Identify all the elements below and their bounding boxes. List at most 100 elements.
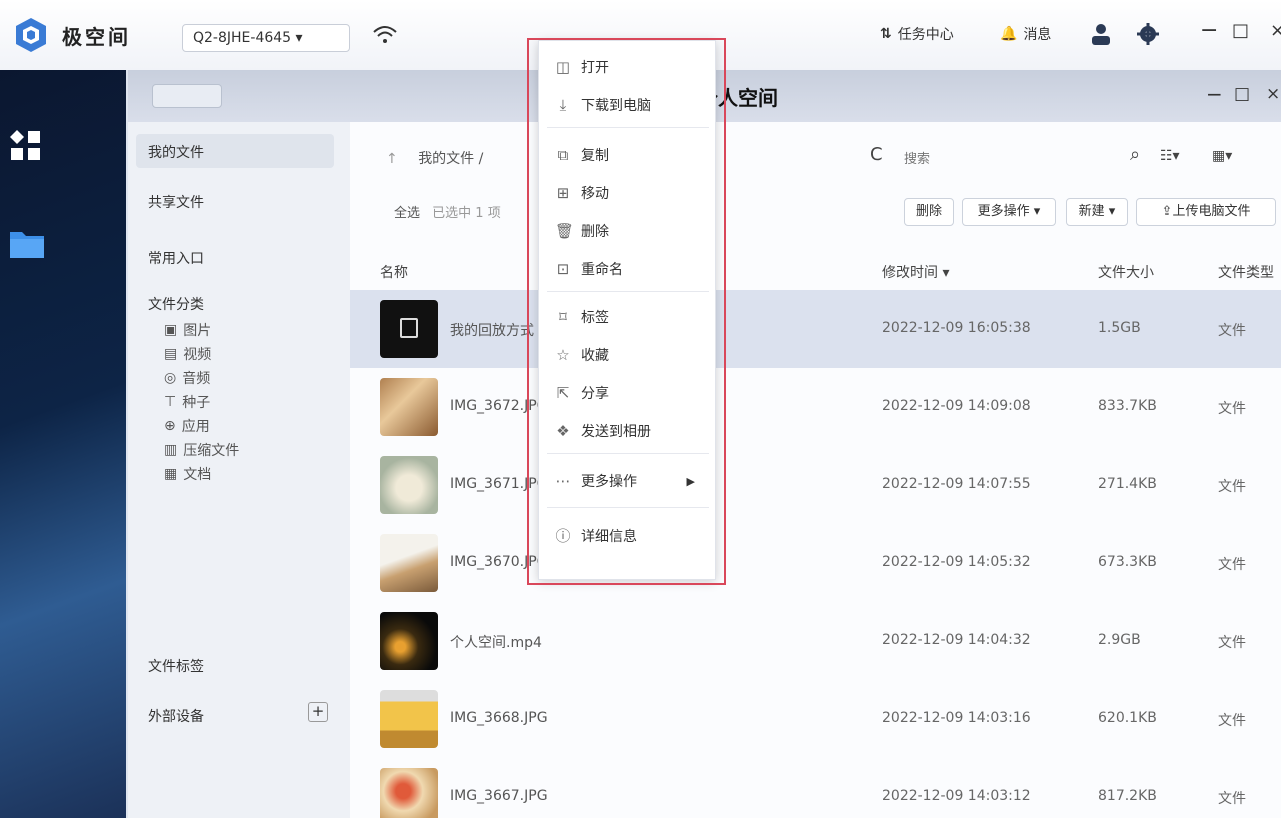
brand-name: 极空间: [62, 25, 131, 49]
sidebar: 我的文件 共享文件 常用入口 文件分类 ▣ 图片 ▤ 视频 ◎ 音频 ⊤ 种子 ⊕ 应用 …: [128, 122, 350, 818]
table-row[interactable]: IMG_3668.JPG 2022-12-09 14:03:16 620.1KB…: [350, 680, 1281, 758]
table-row[interactable]: IMG_3672.JPG 2022-12-09 14:09:08 833.7KB…: [350, 368, 1281, 446]
search-icon[interactable]: ⌕: [1130, 144, 1140, 165]
file-date: 2022-12-09 14:09:08: [882, 398, 1031, 414]
folder-icon[interactable]: [8, 228, 46, 260]
table-row[interactable]: 我的回放方式 2022-12-09 16:05:38 1.5GB 文件: [350, 290, 1281, 368]
sidebar-item-file-tags[interactable]: 文件标签: [148, 656, 204, 676]
minimize-icon[interactable]: −: [1200, 18, 1218, 43]
brand-logo-icon: [16, 18, 46, 52]
file-date: 2022-12-09 14:04:32: [882, 632, 1031, 648]
file-name: 个人空间.mp4: [450, 635, 542, 651]
select-all-checkbox[interactable]: 全选 已选中 1 项: [394, 202, 501, 221]
category-archives[interactable]: ▥ 压缩文件: [164, 440, 239, 460]
wifi-icon[interactable]: [372, 24, 398, 46]
file-thumbnail: [380, 300, 438, 358]
sidebar-item-common-entry[interactable]: 常用入口: [148, 248, 204, 268]
file-thumbnail: [380, 690, 438, 748]
upload-button[interactable]: ⇪上传电脑文件: [1136, 198, 1276, 226]
table-row[interactable]: IMG_3667.JPG 2022-12-09 14:03:12 817.2KB…: [350, 758, 1281, 818]
file-size: 620.1KB: [1098, 710, 1157, 726]
user-icon[interactable]: [1090, 22, 1112, 46]
zip-icon: ▥: [164, 442, 178, 458]
table-row[interactable]: 个人空间.mp4 2022-12-09 14:04:32 2.9GB 文件: [350, 602, 1281, 680]
more-ops-label: 更多操作: [977, 204, 1030, 219]
file-list-area: ↑ 我的文件 / C ⌕ ☷▾ ▦▾ 全选 已选中 1 项 删除 更多操作 ▾ …: [350, 122, 1281, 818]
up-arrow-icon[interactable]: ↑: [386, 151, 398, 167]
column-size[interactable]: 文件大小: [1098, 262, 1154, 282]
category-audio[interactable]: ◎ 音频: [164, 368, 210, 388]
table-row[interactable]: IMG_3671.JPG 2022-12-09 14:07:55 271.4KB…: [350, 446, 1281, 524]
file-size: 2.9GB: [1098, 632, 1141, 648]
gear-icon[interactable]: [1136, 22, 1160, 46]
category-images[interactable]: ▣ 图片: [164, 320, 211, 340]
doc-icon: ▦: [164, 466, 178, 482]
desktop-dock: [0, 70, 126, 818]
category-label: 压缩文件: [183, 443, 240, 459]
app-icon: ⊕: [164, 418, 176, 434]
breadcrumb-path[interactable]: 我的文件 /: [418, 151, 483, 167]
refresh-icon[interactable]: C: [870, 144, 883, 165]
table-row[interactable]: IMG_3670.JPG 2022-12-09 14:05:32 673.3KB…: [350, 524, 1281, 602]
sidebar-item-label: 文件分类: [148, 297, 204, 313]
view-mode-icon[interactable]: ▦▾: [1212, 148, 1232, 164]
sidebar-item-shared-files[interactable]: 共享文件: [148, 192, 204, 212]
file-thumbnail: [380, 378, 438, 436]
task-center-button[interactable]: ⇅ 任务中心: [880, 24, 954, 44]
category-documents[interactable]: ▦ 文档: [164, 464, 211, 484]
sidebar-item-file-categories[interactable]: 文件分类: [148, 294, 204, 314]
task-center-icon: ⇅: [880, 26, 892, 42]
messages-button[interactable]: 🔔 消息: [1000, 24, 1051, 44]
file-size: 833.7KB: [1098, 398, 1157, 414]
file-type: 文件: [1218, 791, 1246, 807]
category-label: 文档: [183, 467, 212, 483]
window-close-icon[interactable]: ×: [1266, 84, 1280, 104]
column-modified[interactable]: 修改时间 ▾: [882, 262, 949, 282]
column-name[interactable]: 名称: [380, 262, 408, 282]
new-label: 新建: [1078, 204, 1105, 219]
file-size: 1.5GB: [1098, 320, 1141, 336]
task-center-label: 任务中心: [897, 27, 954, 43]
selection-info: 已选中 1 项: [432, 206, 501, 221]
sidebar-item-label: 共享文件: [148, 195, 204, 211]
video-icon: ▤: [164, 346, 178, 362]
maximize-icon[interactable]: □: [1232, 20, 1249, 41]
more-operations-button[interactable]: 更多操作 ▾: [962, 198, 1056, 226]
sidebar-item-label: 外部设备: [148, 709, 204, 725]
breadcrumb: ↑ 我的文件 /: [386, 148, 483, 168]
file-thumbnail: [380, 768, 438, 818]
nav-back-forward-button[interactable]: [152, 84, 222, 108]
search-input[interactable]: [898, 144, 1128, 172]
audio-icon: ◎: [164, 370, 177, 386]
column-type[interactable]: 文件类型: [1218, 262, 1274, 282]
device-id: Q2-8JHE-4645: [193, 30, 292, 46]
category-videos[interactable]: ▤ 视频: [164, 344, 211, 364]
file-name: 我的回放方式: [450, 323, 534, 339]
file-name: IMG_3667.JPG: [450, 788, 548, 804]
file-size: 673.3KB: [1098, 554, 1157, 570]
sort-dropdown-icon[interactable]: ☷▾: [1160, 148, 1180, 164]
close-icon[interactable]: ×: [1270, 20, 1281, 41]
file-date: 2022-12-09 14:03:16: [882, 710, 1031, 726]
device-selector[interactable]: Q2-8JHE-4645 ▾: [182, 24, 350, 52]
file-date: 2022-12-09 14:05:32: [882, 554, 1031, 570]
highlight-annotation-box: [527, 38, 726, 585]
image-icon: ▣: [164, 322, 178, 338]
add-device-button[interactable]: +: [308, 702, 328, 722]
category-apps[interactable]: ⊕ 应用: [164, 416, 210, 436]
delete-button[interactable]: 删除: [904, 198, 954, 226]
file-size: 271.4KB: [1098, 476, 1157, 492]
select-all-label: 全选: [394, 206, 421, 221]
new-button[interactable]: 新建 ▾: [1066, 198, 1128, 226]
window-maximize-icon[interactable]: □: [1234, 84, 1250, 104]
window-minimize-icon[interactable]: −: [1206, 82, 1223, 106]
sidebar-item-external-devices[interactable]: 外部设备: [148, 706, 204, 726]
sidebar-item-my-files[interactable]: 我的文件: [136, 134, 334, 168]
upload-icon: ⇪: [1161, 204, 1173, 219]
sidebar-item-label: 常用入口: [148, 251, 204, 267]
category-label: 应用: [181, 419, 210, 435]
apps-grid-icon[interactable]: [8, 128, 44, 164]
category-label: 音频: [182, 371, 211, 387]
category-label: 图片: [183, 323, 212, 339]
category-seeds[interactable]: ⊤ 种子: [164, 392, 210, 412]
